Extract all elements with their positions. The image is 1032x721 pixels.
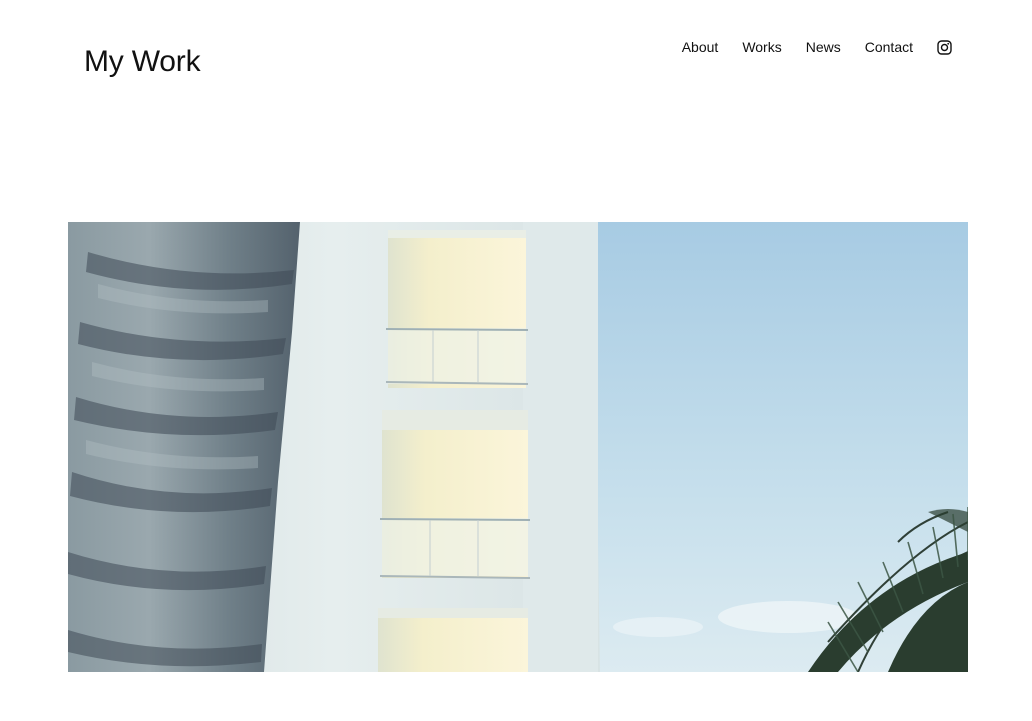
instagram-icon[interactable]: [937, 39, 952, 55]
hero-image: [68, 222, 968, 672]
site-title[interactable]: My Work: [84, 44, 201, 80]
main-nav: About Works News Contact: [682, 38, 952, 56]
nav-contact[interactable]: Contact: [865, 38, 913, 56]
nav-news[interactable]: News: [806, 38, 841, 56]
page: My Work About Works News Contact: [0, 0, 1032, 721]
nav-works[interactable]: Works: [742, 38, 781, 56]
nav-about[interactable]: About: [682, 38, 719, 56]
